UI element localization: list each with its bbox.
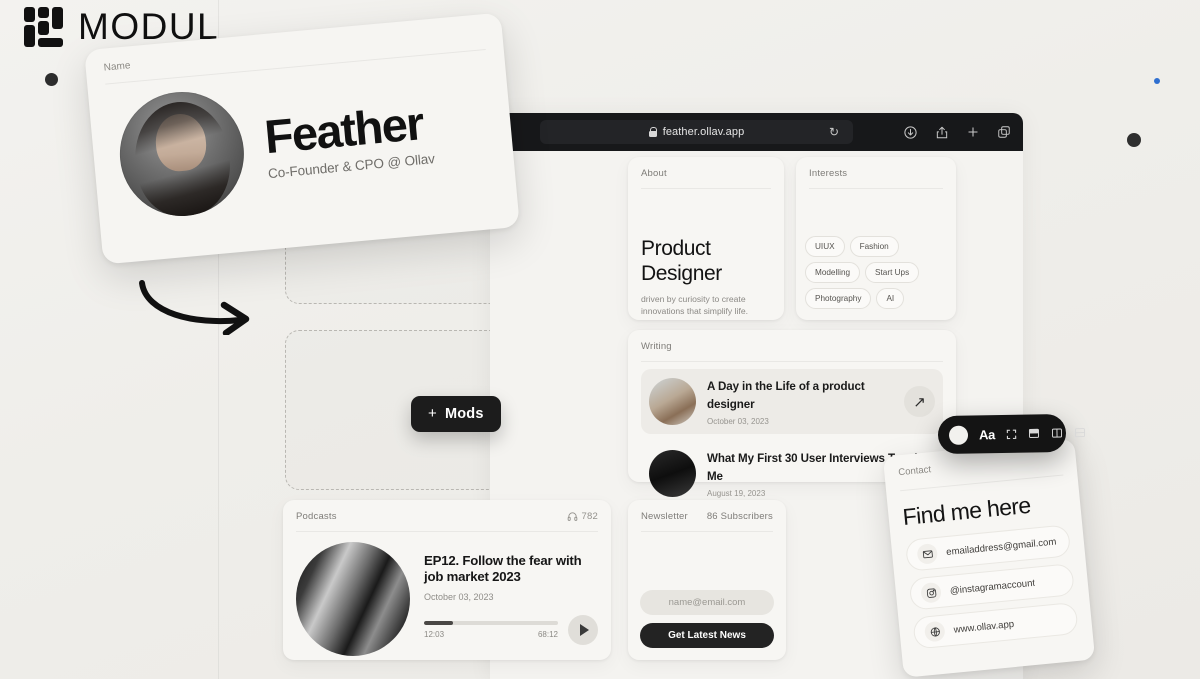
- writing-item-title: A Day in the Life of a product designer: [707, 380, 865, 411]
- contact-label: Contact: [897, 451, 1064, 492]
- interest-tag[interactable]: UIUX: [805, 236, 845, 257]
- podcasts-card[interactable]: Podcasts 782 EP12. Follow the fear with …: [283, 500, 611, 660]
- writing-card-header: Writing: [641, 341, 943, 362]
- podcast-artwork: [296, 542, 410, 656]
- podcast-info: EP12. Follow the fear with job market 20…: [424, 553, 598, 645]
- interests-label: Interests: [809, 168, 848, 179]
- about-label: About: [641, 168, 667, 179]
- about-card-header: About: [641, 168, 771, 189]
- newsletter-form: Get Latest News: [640, 590, 774, 648]
- layout-columns-icon[interactable]: [1051, 427, 1063, 439]
- podcast-progress[interactable]: 12:03 68:12: [424, 620, 558, 639]
- contact-row-website[interactable]: www.ollav.app: [912, 601, 1079, 650]
- about-title: Product Designer: [641, 237, 722, 285]
- globe-icon: [923, 620, 946, 643]
- floating-toolbar[interactable]: Aa: [937, 413, 1086, 455]
- contact-email-value: emailaddress@gmail.com: [945, 536, 1057, 558]
- writing-item-date: October 03, 2023: [707, 417, 769, 426]
- article-thumbnail: [649, 378, 696, 425]
- interest-tag[interactable]: Modelling: [805, 262, 861, 283]
- instagram-icon: [920, 581, 942, 604]
- podcasts-listen-count: 782: [581, 511, 598, 522]
- share-icon[interactable]: [935, 125, 949, 140]
- about-subtitle: driven by curiosity to create innovation…: [641, 294, 748, 316]
- interests-card[interactable]: Interests UIUX Fashion Modelling Start U…: [796, 157, 956, 320]
- mail-icon: [916, 542, 939, 565]
- interest-tag[interactable]: Photography: [805, 288, 872, 309]
- new-tab-icon[interactable]: [966, 125, 980, 139]
- layout-rows-icon[interactable]: [1074, 427, 1086, 439]
- interests-card-header: Interests: [809, 168, 943, 189]
- podcast-current-time: 12:03: [424, 630, 445, 640]
- progress-fill: [424, 620, 454, 626]
- about-body: Product Designer driven by curiosity to …: [641, 189, 771, 317]
- interest-tag[interactable]: AI: [876, 288, 905, 309]
- writing-list-item[interactable]: A Day in the Life of a product designer …: [641, 369, 943, 434]
- decor-dot-blue: [1154, 78, 1160, 84]
- newsletter-subscribers: 86 Subscribers: [706, 511, 773, 522]
- color-swatch-icon[interactable]: [948, 425, 969, 445]
- newsletter-label: Newsletter: [641, 511, 688, 522]
- writing-label: Writing: [641, 341, 672, 352]
- lock-icon: [648, 127, 657, 137]
- avatar: [114, 86, 250, 222]
- interest-tag[interactable]: Fashion: [849, 236, 899, 257]
- podcast-player: 12:03 68:12: [424, 615, 598, 645]
- podcasts-listens: 782: [567, 511, 598, 522]
- name-card-text: Feather Co-Founder & CPO @ Ollav: [262, 96, 435, 181]
- podcast-total-time: 68:12: [537, 630, 558, 640]
- email-input[interactable]: [640, 590, 774, 615]
- canvas-stage: MODUL feather.ollav.app ↻ About Product …: [0, 0, 1200, 679]
- about-card[interactable]: About Product Designer driven by curiosi…: [628, 157, 784, 320]
- podcast-date: October 03, 2023: [424, 592, 494, 602]
- address-bar[interactable]: feather.ollav.app ↻: [540, 120, 853, 144]
- tabs-icon[interactable]: [997, 125, 1011, 139]
- article-thumbnail: [649, 450, 696, 497]
- browser-actions: [903, 125, 1011, 140]
- reload-icon[interactable]: ↻: [829, 125, 839, 139]
- progress-rail[interactable]: [424, 620, 558, 626]
- podcast-times: 12:03 68:12: [424, 630, 558, 639]
- podcasts-label: Podcasts: [296, 511, 337, 522]
- interest-tag[interactable]: Start Ups: [865, 262, 920, 283]
- writing-item-text: A Day in the Life of a product designer …: [707, 377, 893, 426]
- contact-instagram-value: @instagramaccount: [949, 577, 1036, 597]
- plus-icon: +: [428, 405, 437, 422]
- contact-title: Find me here: [901, 491, 1032, 531]
- curved-arrow-right-icon: [139, 280, 250, 335]
- download-icon[interactable]: [903, 125, 918, 140]
- url-text: feather.ollav.app: [662, 126, 745, 138]
- newsletter-card-header: Newsletter 86 Subscribers: [641, 511, 773, 532]
- podcasts-card-header: Podcasts 782: [296, 511, 598, 532]
- headphones-icon: [567, 512, 577, 521]
- contact-website-value: www.ollav.app: [953, 618, 1015, 636]
- browser-toolbar: feather.ollav.app ↻: [490, 113, 1023, 151]
- newsletter-card[interactable]: Newsletter 86 Subscribers Get Latest New…: [628, 500, 786, 660]
- decor-dot-right: [1127, 133, 1141, 147]
- expand-icon[interactable]: [1006, 428, 1017, 439]
- layout-stack-icon[interactable]: [1028, 427, 1040, 439]
- decor-dot-left: [45, 73, 58, 86]
- modul-grid-logo-icon: [24, 7, 66, 47]
- add-mods-button[interactable]: + Mods: [411, 396, 501, 432]
- play-icon[interactable]: [568, 615, 598, 645]
- interests-tag-list: UIUX Fashion Modelling Start Ups Photogr…: [805, 236, 947, 309]
- podcast-title: EP12. Follow the fear with job market 20…: [424, 553, 582, 584]
- arrow-up-right-icon[interactable]: ↗: [904, 386, 935, 417]
- podcast-episode: EP12. Follow the fear with job market 20…: [296, 532, 598, 656]
- text-size-label[interactable]: Aa: [979, 427, 995, 442]
- add-mods-label: Mods: [444, 405, 484, 422]
- name-card[interactable]: Name Feather Co-Founder & CPO @ Ollav: [84, 12, 520, 265]
- get-latest-news-button[interactable]: Get Latest News: [640, 623, 774, 648]
- contact-card[interactable]: Contact Find me here emailaddress@gmail.…: [882, 438, 1096, 678]
